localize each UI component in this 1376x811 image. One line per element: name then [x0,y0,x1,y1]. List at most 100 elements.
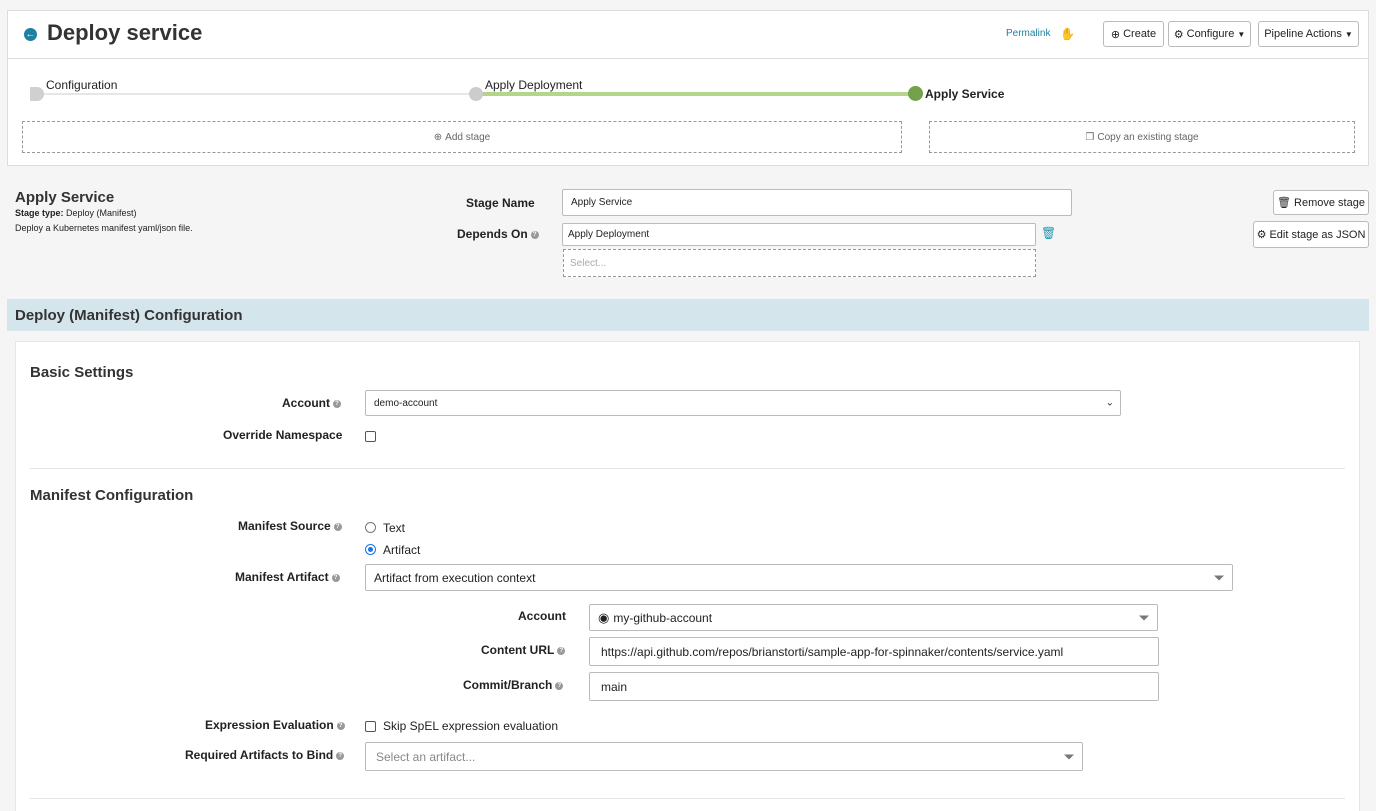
gear-icon: ⚙ [1173,28,1184,41]
skip-spel-label[interactable]: Skip SpEL expression evaluation [383,719,558,733]
content-url-input[interactable]: https://api.github.com/repos/brianstorti… [589,637,1159,666]
stage-type: Stage type: Deploy (Manifest) [15,208,137,218]
create-button[interactable]: ⊕ Create [1103,21,1164,47]
stage-node-apply-deployment[interactable] [469,87,483,101]
copy-stage-button[interactable]: ❐ Copy an existing stage [929,121,1355,153]
github-icon: ◉ [598,609,610,625]
commit-branch-input[interactable]: main [589,672,1159,701]
help-icon[interactable]: ? [557,646,566,655]
trash-icon[interactable]: 🗑 [1041,226,1056,240]
remove-stage-label: Remove stage [1294,196,1365,209]
github-account-select[interactable]: ◉ my-github-account [589,604,1158,631]
required-artifacts-text: Required Artifacts to Bind [185,748,334,762]
help-icon[interactable]: ? [530,230,539,239]
source-text-label[interactable]: Text [383,521,405,535]
source-text-radio[interactable] [365,522,376,533]
copy-icon[interactable]: ✋ [1060,27,1075,41]
edit-json-button[interactable]: ⚙ Edit stage as JSON [1253,221,1369,248]
manifest-artifact-select[interactable]: Artifact from execution context [365,564,1233,591]
github-account-label: Account [518,609,566,623]
account-select[interactable]: demo-account ⌄ [365,390,1121,416]
create-label: Create [1123,28,1157,40]
manifest-artifact-text: Manifest Artifact [235,570,329,584]
content-url-label: Content URL? [481,643,566,657]
help-icon[interactable]: ? [336,721,345,730]
depends-on-select[interactable]: Select... [563,249,1036,277]
account-value: demo-account [374,397,438,409]
pipeline-actions-button[interactable]: Pipeline Actions ▼ [1258,21,1359,47]
manifest-artifact-label: Manifest Artifact? [235,570,340,584]
stage-label-configuration[interactable]: Configuration [46,78,117,92]
required-artifacts-label: Required Artifacts to Bind? [185,748,345,762]
caret-down-icon: ▼ [1344,29,1353,39]
configure-button[interactable]: ⚙ Configure ▼ [1168,21,1251,47]
github-account-value: my-github-account [613,610,713,625]
plus-circle-icon: ⊕ [1110,28,1121,41]
override-namespace-checkbox[interactable] [365,431,376,442]
pipeline-header: ← Deploy service Permalink ✋ ⊕ Create ⚙ … [7,10,1369,166]
stage-label-apply-deployment[interactable]: Apply Deployment [485,78,582,92]
divider [30,468,1345,469]
divider [30,798,1345,799]
commit-branch-text: Commit/Branch [463,678,553,692]
depends-on-label: Depends On? [457,227,539,241]
help-icon[interactable]: ? [336,751,345,760]
account-label: Account? [282,396,341,410]
pipeline-actions-label: Pipeline Actions [1264,28,1342,40]
manifest-artifact-value: Artifact from execution context [374,570,536,585]
caret-down-icon [1064,754,1074,759]
caret-down-icon [1214,575,1224,580]
help-icon[interactable]: ? [333,399,341,408]
source-artifact-label[interactable]: Artifact [383,543,420,557]
required-artifacts-select[interactable]: Select an artifact... [365,742,1083,771]
expression-evaluation-text: Expression Evaluation [205,718,334,732]
required-artifacts-placeholder: Select an artifact... [376,749,476,764]
stage-type-label: Stage type: [15,208,64,218]
stage-name-input[interactable]: Apply Service [562,189,1072,216]
gear-icon: ⚙ [1256,229,1267,241]
stage-node-configuration[interactable] [30,87,44,101]
trash-icon: 🗑 [1277,197,1292,209]
caret-down-icon: ▼ [1237,29,1246,39]
graph-edge [36,93,476,95]
content-url-text: Content URL [481,643,555,657]
depends-on-input[interactable]: Apply Deployment [562,223,1036,246]
override-namespace-label: Override Namespace [223,428,343,442]
remove-stage-button[interactable]: 🗑 Remove stage [1273,190,1369,215]
pipeline-graph: Configuration Apply Deployment Apply Ser… [8,59,1368,167]
graph-edge-active [476,92,916,96]
stage-node-apply-service[interactable] [908,86,923,101]
caret-down-icon [1139,615,1149,620]
add-stage-label: Add stage [445,131,491,143]
stage-label-apply-service[interactable]: Apply Service [925,87,1004,101]
help-icon[interactable]: ? [331,573,340,582]
section-title: Deploy (Manifest) Configuration [7,299,1369,331]
chevron-down-icon: ⌄ [1105,397,1114,409]
depends-on-text: Depends On [457,227,528,241]
copy-icon: ❐ [1085,131,1095,143]
source-artifact-radio[interactable] [365,544,376,555]
stage-title: Apply Service [15,189,115,206]
account-label-text: Account [282,396,330,410]
edit-json-label: Edit stage as JSON [1269,228,1366,241]
skip-spel-checkbox[interactable] [365,721,376,732]
title-row: ← Deploy service Permalink ✋ ⊕ Create ⚙ … [8,11,1368,59]
manifest-source-label: Manifest Source? [238,519,342,533]
add-stage-button[interactable]: ⊕ Add stage [22,121,902,153]
stage-description: Deploy a Kubernetes manifest yaml/json f… [15,223,193,233]
plus-circle-icon: ⊕ [433,131,443,143]
permalink-link[interactable]: Permalink [1006,28,1050,39]
manifest-config-title: Manifest Configuration [30,487,194,504]
copy-stage-label: Copy an existing stage [1097,131,1199,143]
basic-settings-title: Basic Settings [30,364,134,381]
stage-name-label: Stage Name [466,196,535,210]
commit-branch-label: Commit/Branch? [463,678,564,692]
stage-type-value: Deploy (Manifest) [66,208,137,218]
page-title: Deploy service [47,20,203,45]
expression-evaluation-label: Expression Evaluation? [205,718,345,732]
back-arrow-icon[interactable]: ← [24,28,37,41]
help-icon[interactable]: ? [555,681,564,690]
manifest-source-text: Manifest Source [238,519,331,533]
help-icon[interactable]: ? [333,522,342,531]
configure-label: Configure [1186,28,1235,40]
